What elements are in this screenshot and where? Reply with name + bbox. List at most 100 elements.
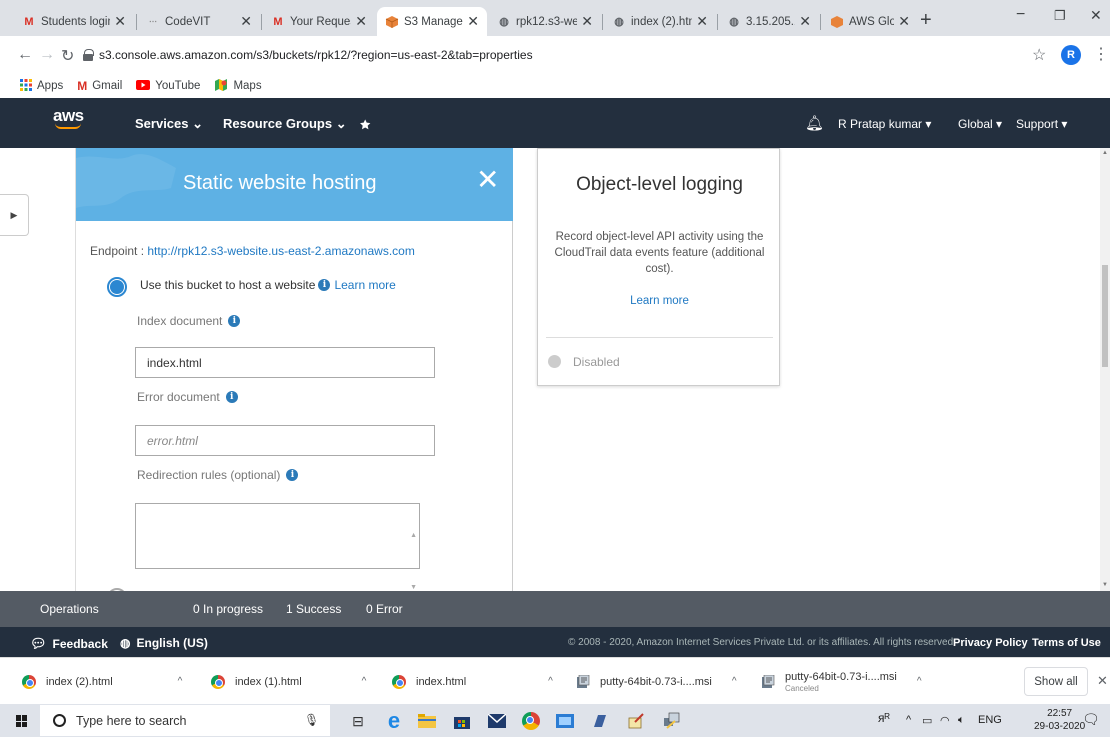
scrollbar-thumb[interactable] [1102,265,1108,367]
minimize-icon[interactable]: − [1016,6,1025,24]
index-document-input[interactable]: index.html [135,347,435,378]
reload-icon[interactable]: ↻ [61,46,74,66]
browser-tab[interactable]: M Your Request f ✕ [263,7,375,36]
language-indicator[interactable]: ENG [978,714,1002,726]
close-panel-icon[interactable]: ✕ [476,166,499,194]
operations-label[interactable]: Operations [40,602,99,616]
ops-in-progress[interactable]: 0 In progress [193,602,263,616]
chevron-up-icon[interactable]: ^ [548,676,553,687]
download-item[interactable]: putty-64bit-0.73-i....msi ^ [576,658,737,705]
bookmark-maps[interactable]: Maps [214,78,262,95]
windows-start-icon[interactable] [16,715,28,727]
system-clock[interactable]: 22:57 29-03-2020 [1034,707,1085,733]
browser-tab[interactable]: ⋯ CodeVIT ✕ [138,7,260,36]
feedback-link[interactable]: 💬︎ Feedback [30,636,108,652]
pin-icon[interactable]: 🟊 [360,116,370,135]
scroll-down-icon[interactable]: ▼ [1102,582,1108,588]
download-item[interactable]: index (2).html ^ [22,658,182,705]
error-document-input[interactable]: error.html [135,425,435,456]
show-all-button[interactable]: Show all [1024,667,1088,696]
people-icon[interactable]: ᴙᴿ [878,711,890,725]
learn-more-link[interactable]: Learn more [538,295,781,307]
chrome-icon[interactable] [519,709,543,733]
edge-icon[interactable]: e [382,708,406,733]
notes-app-icon[interactable] [588,709,612,733]
restore-icon[interactable]: ❐ [1054,8,1066,24]
aws-top-nav: aws Services ⌄ Resource Groups ⌄ 🟊 🔔︎ R … [0,98,1110,148]
bell-icon[interactable]: 🔔︎ [805,114,824,132]
close-tab-icon[interactable]: ✕ [696,13,708,30]
account-menu[interactable]: R Pratap kumar ▾ [838,117,931,131]
chevron-up-icon[interactable]: ^ [917,676,922,687]
chrome-menu-icon[interactable]: ⋮ [1093,44,1109,64]
url-bar[interactable]: s3.console.aws.amazon.com/s3/buckets/rpk… [83,42,1018,68]
scroll-up-icon[interactable]: ▲ [1102,150,1108,156]
bookmark-gmail[interactable]: M Gmail [77,79,122,93]
services-menu[interactable]: Services ⌄ [135,116,203,132]
object-level-logging-card[interactable]: Object-level logging Record object-level… [537,148,780,386]
close-tab-icon[interactable]: ✕ [898,13,910,30]
close-tab-icon[interactable]: ✕ [581,13,593,30]
close-downloads-icon[interactable]: ✕ [1097,673,1108,689]
chevron-up-icon[interactable]: ^ [178,676,183,687]
info-icon[interactable]: i [228,315,241,327]
textarea-scrollbar[interactable]: ▲ ▼ [410,510,417,591]
chevron-up-icon[interactable]: ^ [732,676,737,687]
language-selector[interactable]: ◍ English (US) [120,636,208,650]
bookmark-youtube[interactable]: YouTube [136,79,200,93]
support-menu[interactable]: Support ▾ [1016,117,1067,131]
paint-icon[interactable] [624,709,648,733]
close-tab-icon[interactable]: ✕ [467,13,479,30]
microphone-icon[interactable]: 🎙︎ [304,713,319,727]
browser-tab[interactable]: AWS Global Cl ✕ [822,7,918,36]
window-close-icon[interactable]: ✕ [1090,7,1102,24]
putty-icon[interactable] [660,709,684,733]
info-icon[interactable]: i [318,279,331,291]
browser-tab-active[interactable]: S3 Manageme ✕ [377,7,487,36]
chevron-up-icon[interactable]: ^ [362,676,367,687]
browser-tab[interactable]: ◍ index (2).html ✕ [604,7,716,36]
volume-icon[interactable]: 🔈︎ [958,714,965,727]
ops-success[interactable]: 1 Success [286,602,341,616]
wifi-icon[interactable]: ◠ [940,714,950,727]
notifications-icon[interactable]: 🗨︎ [1082,711,1100,728]
info-icon[interactable]: i [286,469,299,481]
new-tab-icon[interactable]: + [920,9,932,32]
browser-tab[interactable]: ◍ 3.15.205.14 ✕ [719,7,819,36]
page-scrollbar[interactable]: ▲ ▼ [1100,148,1110,591]
download-item[interactable]: index.html ^ [392,658,553,705]
aws-logo[interactable]: aws [53,106,84,129]
resource-groups-menu[interactable]: Resource Groups ⌄ [223,116,347,132]
close-tab-icon[interactable]: ✕ [240,13,252,30]
file-explorer-icon[interactable] [415,709,439,733]
back-icon[interactable]: ← [17,46,33,64]
region-menu[interactable]: Global ▾ [958,117,1002,131]
mail-icon[interactable] [485,709,509,733]
learn-more-link[interactable]: Learn more [334,278,395,292]
battery-icon[interactable]: ▭ [922,714,932,727]
task-view-icon[interactable]: ⊟ [346,709,370,733]
close-tab-icon[interactable]: ✕ [799,13,811,30]
download-item-canceled[interactable]: putty-64bit-0.73-i....msi Canceled ^ [761,658,922,705]
close-tab-icon[interactable]: ✕ [355,13,367,30]
privacy-policy-link[interactable]: Privacy Policy [953,637,1028,649]
ops-error[interactable]: 0 Error [366,602,403,616]
profile-avatar[interactable]: R [1061,45,1081,65]
tray-chevron-icon[interactable]: ^ [906,714,911,726]
taskbar-search[interactable]: Type here to search 🎙︎ [40,705,330,736]
sidebar-toggle[interactable]: ▶ [0,194,29,236]
store-icon[interactable] [450,709,474,733]
photos-icon[interactable] [553,709,577,733]
browser-tab[interactable]: M Students login ✕ [14,7,134,36]
endpoint-link[interactable]: http://rpk12.s3-website.us-east-2.amazon… [147,244,414,258]
bookmark-star-icon[interactable]: ☆ [1032,45,1046,65]
bookmark-apps[interactable]: Apps [20,78,63,94]
redirection-rules-textarea[interactable]: ▲ ▼ [135,503,420,591]
download-item[interactable]: index (1).html ^ [211,658,366,705]
info-icon[interactable]: i [225,391,238,403]
use-bucket-radio[interactable] [107,277,127,297]
terms-of-use-link[interactable]: Terms of Use [1032,637,1101,649]
browser-tab[interactable]: ◍ rpk12.s3-webs ✕ [489,7,601,36]
forward-icon[interactable]: → [39,46,55,64]
close-tab-icon[interactable]: ✕ [114,13,126,30]
